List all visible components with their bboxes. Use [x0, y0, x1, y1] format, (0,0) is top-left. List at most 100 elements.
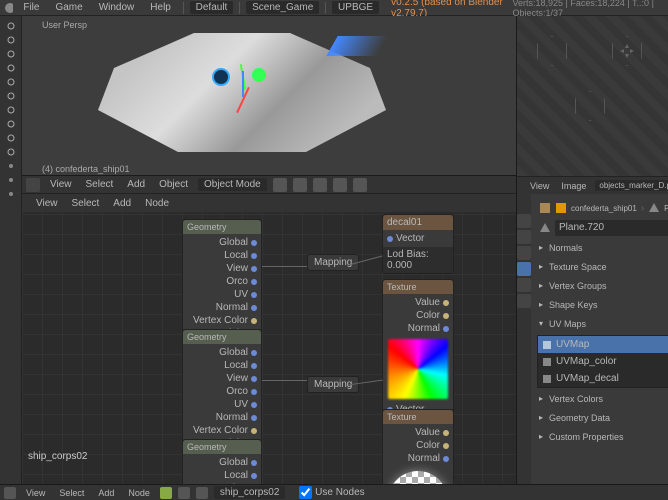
tab-scene[interactable] [517, 230, 531, 244]
pivot-icon[interactable] [333, 178, 347, 192]
socket-label: View [227, 263, 249, 274]
main-menu-bar: File Game Window Help Default Scene_Game… [0, 0, 668, 16]
mesh-name-field[interactable]: Plane.720 [555, 220, 668, 236]
uv-image-editor[interactable] [517, 16, 668, 176]
section-shape-keys[interactable]: Shape Keys [535, 296, 668, 314]
img-menu-image[interactable]: Image [558, 181, 589, 191]
socket-label: Local [224, 250, 248, 261]
tab-world[interactable] [517, 246, 531, 260]
editor-type-icon[interactable] [26, 178, 40, 192]
uvmap-icon [542, 357, 552, 367]
geometry-node[interactable]: Geometry Global Local View Orco UV Norma… [182, 439, 262, 484]
section-uv-maps[interactable]: UV Maps [535, 315, 668, 333]
ne-menu-node[interactable]: Node [141, 198, 173, 209]
uvmap-name: UVMap [556, 339, 589, 350]
world-tree-icon[interactable] [178, 487, 190, 499]
bb-menu-view[interactable]: View [22, 488, 49, 498]
visibility-toggle[interactable] [3, 76, 19, 88]
uvmap-item[interactable]: UVMap [538, 336, 668, 353]
socket-label: Global [219, 457, 248, 468]
socket-label: Value [415, 427, 440, 438]
vp-menu-object[interactable]: Object [155, 179, 192, 190]
section-geometry-data[interactable]: Geometry Data [535, 409, 668, 427]
engine-selector[interactable]: UPBGE [332, 1, 379, 14]
node-title: Texture [383, 410, 453, 424]
layout-selector[interactable]: Default [190, 1, 234, 14]
node-title: Geometry [183, 330, 261, 344]
vp-menu-select[interactable]: Select [82, 179, 118, 190]
texture-node[interactable]: Texture Value Color Normal ship_corps0..… [382, 409, 454, 484]
active-object-label: (4) confederta_ship01 [42, 164, 130, 174]
bb-menu-add[interactable]: Add [94, 488, 118, 498]
bb-menu-select[interactable]: Select [55, 488, 88, 498]
visibility-toggle[interactable] [3, 34, 19, 46]
breadcrumb-object[interactable]: confederta_ship01 [571, 204, 637, 213]
uvmap-list: UVMap UVMap_color UVMap_decal [537, 335, 668, 388]
menu-help[interactable]: Help [144, 2, 177, 13]
ne-menu-add[interactable]: Add [109, 198, 135, 209]
node-title: Mapping [314, 379, 352, 390]
shading-icon[interactable] [273, 178, 287, 192]
visibility-toggle[interactable] [3, 20, 19, 32]
section-texture-space[interactable]: Texture Space [535, 258, 668, 276]
visibility-toggle[interactable] [3, 62, 19, 74]
section-normals[interactable]: Normals [535, 239, 668, 257]
collapsed-item-icon [9, 164, 13, 168]
section-custom-properties[interactable]: Custom Properties [535, 428, 668, 446]
socket-label: Vertex Color [193, 425, 248, 436]
3d-viewport[interactable]: User Persp (4) confederta_ship01 [22, 16, 516, 176]
bb-menu-node[interactable]: Node [124, 488, 154, 498]
material-selector[interactable]: ship_corps02 [214, 486, 285, 499]
mesh-detail [252, 68, 266, 82]
socket-label: UV [234, 399, 248, 410]
snap-icon[interactable] [313, 178, 327, 192]
breadcrumb-data[interactable]: Plane.720 [664, 204, 668, 213]
collapsed-item-icon [9, 192, 13, 196]
texture-preview [388, 471, 448, 484]
uvmap-name: UVMap_decal [556, 373, 619, 384]
lod-field[interactable]: Lod Bias: 0.000 [387, 249, 449, 271]
section-vertex-groups[interactable]: Vertex Groups [535, 277, 668, 295]
socket-label: Normal [408, 453, 440, 464]
visibility-toggle[interactable] [3, 48, 19, 60]
menu-window[interactable]: Window [93, 2, 141, 13]
editor-type-icon[interactable] [4, 487, 16, 499]
vp-menu-view[interactable]: View [46, 179, 76, 190]
tab-material[interactable] [517, 278, 531, 292]
mode-selector[interactable]: Object Mode [198, 178, 267, 191]
layers-icon[interactable] [353, 178, 367, 192]
visibility-toggle[interactable] [3, 104, 19, 116]
use-nodes-checkbox[interactable] [299, 486, 312, 499]
vp-menu-add[interactable]: Add [123, 179, 149, 190]
properties-panel: confederta_ship01 › Plane.720 Plane.720 … [531, 194, 668, 484]
section-vertex-colors[interactable]: Vertex Colors [535, 390, 668, 408]
visibility-toggle[interactable] [3, 90, 19, 102]
ne-menu-select[interactable]: Select [68, 198, 104, 209]
menu-game[interactable]: Game [49, 2, 88, 13]
tab-render[interactable] [517, 214, 531, 228]
material-tree-icon[interactable] [160, 487, 172, 499]
visibility-toggle[interactable] [3, 132, 19, 144]
img-menu-view[interactable]: View [527, 181, 552, 191]
image-name-field[interactable]: objects_marker_D.p... [595, 180, 668, 191]
socket-label: Value [415, 297, 440, 308]
texture-name[interactable]: decal01 [387, 217, 422, 228]
overlay-icon[interactable] [293, 178, 307, 192]
uvmap-item[interactable]: UVMap_decal [538, 370, 668, 387]
tab-object-data[interactable] [517, 262, 531, 276]
menu-file[interactable]: File [17, 2, 45, 13]
node-title: Texture [383, 280, 453, 294]
ne-menu-view[interactable]: View [32, 198, 62, 209]
tab-texture[interactable] [517, 294, 531, 308]
uvmap-item[interactable]: UVMap_color [538, 353, 668, 370]
node-editor[interactable]: View Select Add Node Geometry Global Loc… [22, 194, 516, 484]
scene-selector[interactable]: Scene_Game [246, 1, 319, 14]
texture-tree-icon[interactable] [196, 487, 208, 499]
visibility-toggle[interactable] [3, 118, 19, 130]
texture-preview [388, 339, 448, 399]
socket-label: View [227, 483, 249, 484]
visibility-toggle[interactable] [3, 146, 19, 158]
view-perspective-label: User Persp [42, 20, 87, 30]
scene-icon [539, 202, 551, 214]
texture-node[interactable]: decal01 Vector Lod Bias: 0.000 [382, 214, 454, 274]
